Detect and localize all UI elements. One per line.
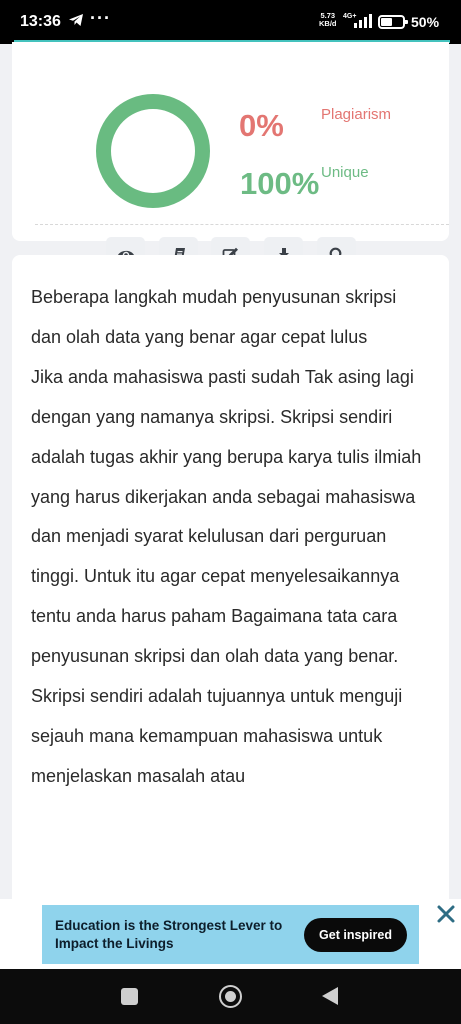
article-paragraph: Skripsi sendiri adalah tujuannya untuk m… (31, 686, 403, 786)
status-bar: 13:36 ··· 5.73 KB/d 4G+ 50% (0, 0, 461, 44)
more-notifications-icon: ··· (90, 8, 111, 28)
article-paragraph: Jika anda mahasiswa pasti sudah Tak asin… (31, 366, 422, 667)
result-card: 0% Plagiarism 100% Unique (12, 42, 449, 273)
recents-icon[interactable] (121, 988, 138, 1005)
plagiarism-percent: 0% (239, 108, 284, 143)
network-speed: 5.73 KB/d (319, 12, 337, 28)
unique-label: Unique (321, 164, 369, 181)
system-nav-bar (0, 969, 461, 1024)
article-paragraph: Beberapa langkah mudah penyusunan skrips… (31, 287, 397, 347)
article-card: Beberapa langkah mudah penyusunan skrips… (12, 255, 449, 955)
home-icon[interactable] (219, 985, 242, 1008)
close-icon[interactable] (435, 903, 457, 925)
ad-cta-button[interactable]: Get inspired (304, 918, 407, 952)
speed-unit: KB/d (319, 19, 337, 28)
telegram-icon (68, 12, 84, 33)
unique-percent: 100% (240, 166, 320, 201)
status-time: 13:36 (20, 13, 61, 30)
plagiarism-label: Plagiarism (321, 106, 392, 123)
signal-icon (352, 14, 372, 33)
unique-ring-chart (96, 94, 210, 208)
back-icon[interactable] (322, 987, 338, 1005)
divider (35, 224, 449, 225)
battery-percent: 50% (411, 14, 440, 30)
article-text: Beberapa langkah mudah penyusunan skrips… (31, 278, 431, 797)
ad-text[interactable]: Education is the Strongest Lever to Impa… (55, 917, 295, 953)
battery-icon (378, 15, 408, 29)
